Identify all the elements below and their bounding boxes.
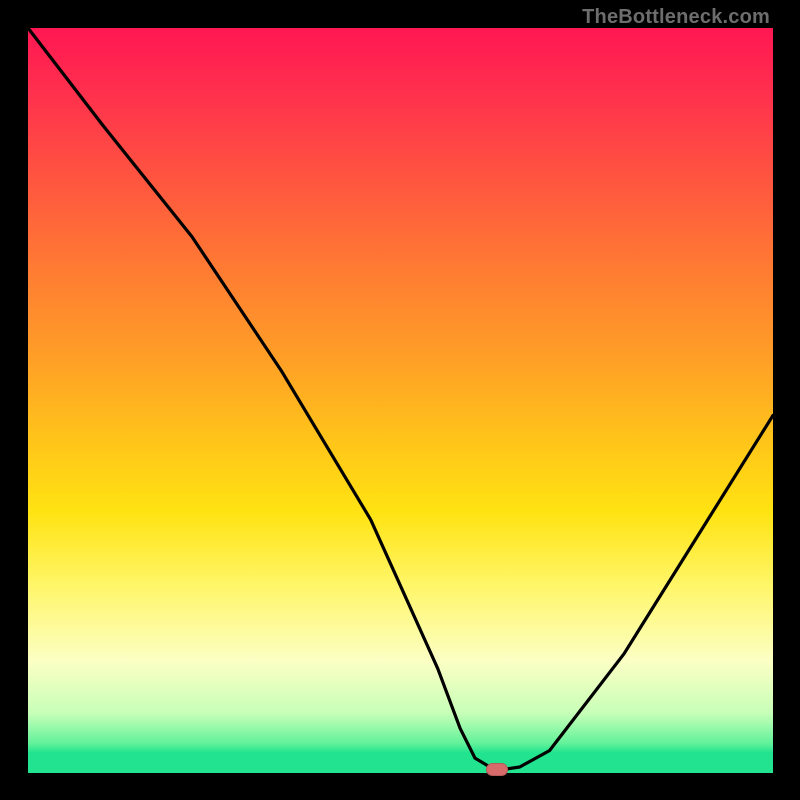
chart-frame: TheBottleneck.com [0,0,800,800]
bottleneck-curve [28,28,773,773]
minimum-marker [486,763,508,776]
watermark-text: TheBottleneck.com [582,6,770,29]
curve-path [28,28,773,769]
